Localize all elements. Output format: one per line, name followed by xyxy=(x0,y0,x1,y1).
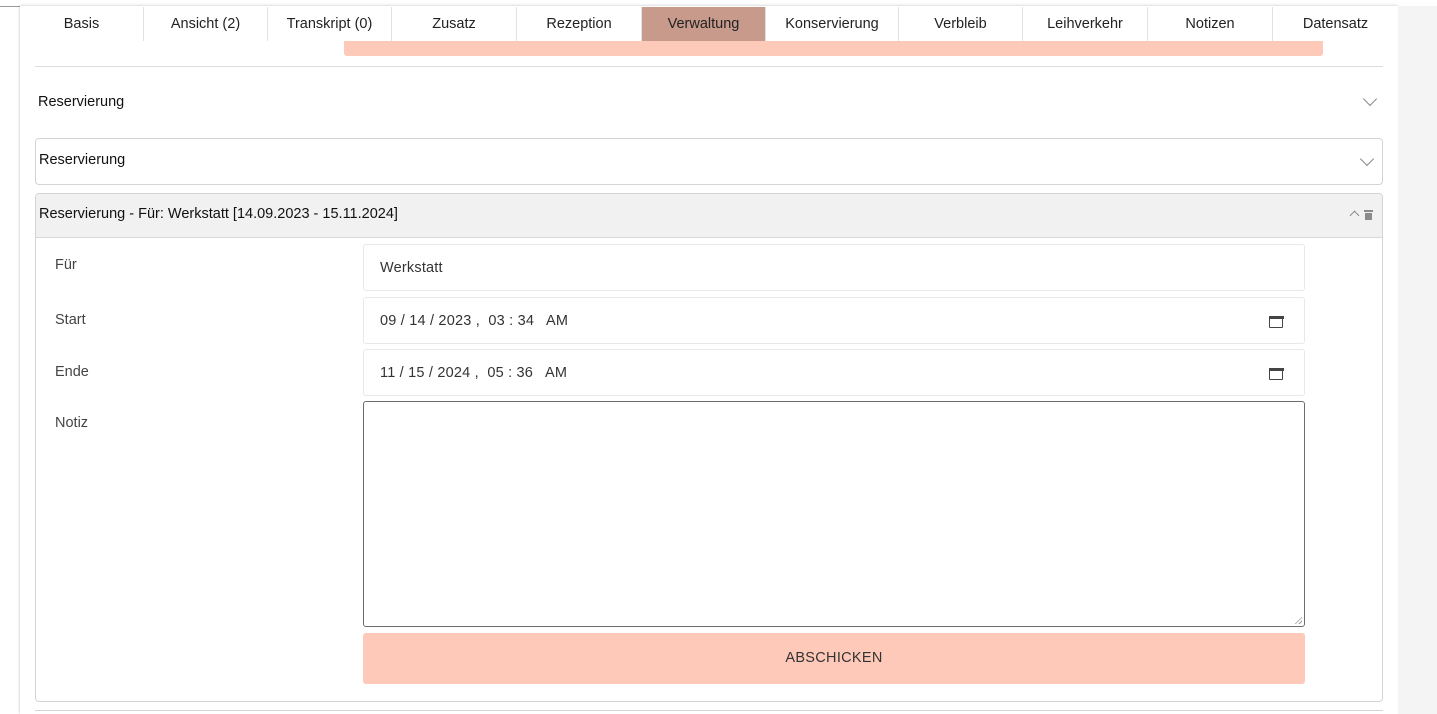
tab-verbleib[interactable]: Verbleib xyxy=(899,7,1023,41)
previous-submit-button-edge[interactable] xyxy=(344,41,1323,56)
fuer-label: Für xyxy=(55,257,77,273)
fuer-value: Werkstatt xyxy=(380,260,443,276)
tab-rezeption[interactable]: Rezeption xyxy=(517,7,642,41)
tab-verwaltung[interactable]: Verwaltung xyxy=(642,7,766,41)
ende-value: 11 / 15 / 2024 , 05 : 36 AM xyxy=(380,365,568,381)
tab-notizen[interactable]: Notizen xyxy=(1148,7,1273,41)
start-datetime-input[interactable]: 09 / 14 / 2023 , 03 : 34 AM xyxy=(363,297,1305,344)
tab-datensatz[interactable]: Datensatz xyxy=(1273,7,1398,41)
start-label: Start xyxy=(55,312,86,328)
submit-button[interactable]: ABSCHICKEN xyxy=(363,633,1305,684)
calendar-icon[interactable] xyxy=(1269,314,1284,328)
notiz-textarea[interactable] xyxy=(363,401,1305,627)
item-header[interactable]: Reservierung - Für: Werkstatt [14.09.202… xyxy=(36,194,1382,238)
tab-zusatz[interactable]: Zusatz xyxy=(392,7,517,41)
tab-bar: Basis Ansicht (2) Transkript (0) Zusatz … xyxy=(20,7,1398,41)
next-item-border xyxy=(35,710,1383,711)
tab-konservierung[interactable]: Konservierung xyxy=(766,7,899,41)
ende-datetime-input[interactable]: 11 / 15 / 2024 , 05 : 36 AM xyxy=(363,349,1305,396)
chevron-down-icon[interactable] xyxy=(1362,91,1378,107)
page-gutter xyxy=(1398,6,1437,714)
tab-transkript[interactable]: Transkript (0) xyxy=(268,7,392,41)
reservierung-section-header[interactable]: Reservierung xyxy=(35,80,1383,124)
trash-icon[interactable] xyxy=(1364,210,1373,220)
tab-leihverkehr[interactable]: Leihverkehr xyxy=(1023,7,1148,41)
notiz-label: Notiz xyxy=(55,415,89,431)
item-title: Reservierung - Für: Werkstatt [14.09.202… xyxy=(39,206,398,222)
page: Basis Ansicht (2) Transkript (0) Zusatz … xyxy=(0,0,1437,714)
tab-basis[interactable]: Basis xyxy=(20,7,144,41)
reservierung-item-collapsed[interactable]: Reservierung xyxy=(35,138,1383,185)
fuer-field[interactable]: Werkstatt xyxy=(363,244,1305,291)
item-title: Reservierung xyxy=(39,152,126,168)
resize-handle[interactable] xyxy=(1294,616,1302,624)
tab-ansicht[interactable]: Ansicht (2) xyxy=(144,7,268,41)
section-divider xyxy=(35,66,1383,67)
ende-label: Ende xyxy=(55,364,89,380)
start-value: 09 / 14 / 2023 , 03 : 34 AM xyxy=(380,313,569,329)
calendar-icon[interactable] xyxy=(1269,366,1284,380)
chevron-down-icon[interactable] xyxy=(1359,151,1375,167)
chevron-up-icon[interactable] xyxy=(1349,210,1360,221)
section-title: Reservierung xyxy=(38,94,125,110)
